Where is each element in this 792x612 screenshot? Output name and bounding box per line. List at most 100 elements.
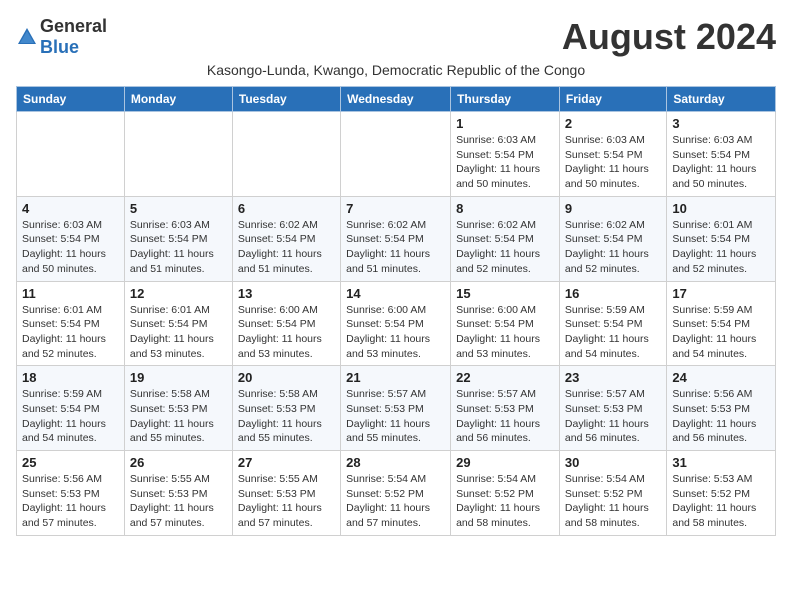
week-row-1: 4Sunrise: 6:03 AMSunset: 5:54 PMDaylight… (17, 196, 776, 281)
day-cell: 15Sunrise: 6:00 AMSunset: 5:54 PMDayligh… (451, 281, 560, 366)
day-cell: 13 Sunrise: 6:00 AMSunset: 5:54 PMDayligh… (232, 281, 340, 366)
day-info: Sunrise: 6:01 AMSunset: 5:54 PMDaylight:… (130, 303, 227, 362)
day-number: 31 (672, 455, 770, 470)
day-cell: 26 Sunrise: 5:55 AMSunset: 5:53 PMDayligh… (124, 451, 232, 536)
week-row-0: 1 Sunrise: 6:03 AMSunset: 5:54 PMDaylight… (17, 112, 776, 197)
day-info: Sunrise: 5:53 AMSunset: 5:52 PMDaylight:… (672, 472, 770, 531)
header-thursday: Thursday (451, 87, 560, 112)
day-info: Sunrise: 5:55 AMSunset: 5:53 PMDaylight:… (238, 472, 335, 531)
day-cell: 6 Sunrise: 6:02 AMSunset: 5:54 PMDaylight… (232, 196, 340, 281)
day-info: Sunrise: 5:55 AMSunset: 5:53 PMDaylight:… (130, 472, 227, 531)
day-cell: 4Sunrise: 6:03 AMSunset: 5:54 PMDaylight… (17, 196, 125, 281)
day-number: 10 (672, 201, 770, 216)
day-number: 19 (130, 370, 227, 385)
day-info: Sunrise: 5:58 AMSunset: 5:53 PMDaylight:… (238, 387, 335, 446)
day-number: 26 (130, 455, 227, 470)
day-info: Sunrise: 6:03 AMSunset: 5:54 PMDaylight:… (565, 133, 661, 192)
day-cell: 3 Sunrise: 6:03 AMSunset: 5:54 PMDaylight… (667, 112, 776, 197)
day-number: 12 (130, 286, 227, 301)
day-info: Sunrise: 6:03 AMSunset: 5:54 PMDaylight:… (672, 133, 770, 192)
day-info: Sunrise: 6:00 AMSunset: 5:54 PMDaylight:… (238, 303, 335, 362)
day-info: Sunrise: 5:54 AMSunset: 5:52 PMDaylight:… (346, 472, 445, 531)
day-number: 22 (456, 370, 554, 385)
week-row-4: 25Sunrise: 5:56 AMSunset: 5:53 PMDayligh… (17, 451, 776, 536)
day-cell: 1 Sunrise: 6:03 AMSunset: 5:54 PMDaylight… (451, 112, 560, 197)
day-cell: 30Sunrise: 5:54 AMSunset: 5:52 PMDayligh… (559, 451, 666, 536)
day-cell: 10Sunrise: 6:01 AMSunset: 5:54 PMDayligh… (667, 196, 776, 281)
day-cell: 27 Sunrise: 5:55 AMSunset: 5:53 PMDayligh… (232, 451, 340, 536)
day-info: Sunrise: 5:59 AMSunset: 5:54 PMDaylight:… (22, 387, 119, 446)
day-number: 6 (238, 201, 335, 216)
day-cell: 19 Sunrise: 5:58 AMSunset: 5:53 PMDayligh… (124, 366, 232, 451)
day-cell: 14Sunrise: 6:00 AMSunset: 5:54 PMDayligh… (341, 281, 451, 366)
day-cell: 21Sunrise: 5:57 AMSunset: 5:53 PMDayligh… (341, 366, 451, 451)
day-number: 30 (565, 455, 661, 470)
day-number: 1 (456, 116, 554, 131)
day-number: 20 (238, 370, 335, 385)
subtitle: Kasongo-Lunda, Kwango, Democratic Republ… (16, 62, 776, 78)
header-monday: Monday (124, 87, 232, 112)
day-number: 11 (22, 286, 119, 301)
day-number: 8 (456, 201, 554, 216)
day-cell: 12 Sunrise: 6:01 AMSunset: 5:54 PMDayligh… (124, 281, 232, 366)
day-number: 3 (672, 116, 770, 131)
day-cell: 31 Sunrise: 5:53 AMSunset: 5:52 PMDayligh… (667, 451, 776, 536)
day-number: 16 (565, 286, 661, 301)
day-number: 7 (346, 201, 445, 216)
day-cell: 11 Sunrise: 6:01 AMSunset: 5:54 PMDayligh… (17, 281, 125, 366)
day-number: 15 (456, 286, 554, 301)
day-cell: 7 Sunrise: 6:02 AMSunset: 5:54 PMDaylight… (341, 196, 451, 281)
header-wednesday: Wednesday (341, 87, 451, 112)
day-info: Sunrise: 6:00 AMSunset: 5:54 PMDaylight:… (346, 303, 445, 362)
day-info: Sunrise: 5:56 AMSunset: 5:53 PMDaylight:… (672, 387, 770, 446)
day-cell: 5 Sunrise: 6:03 AMSunset: 5:54 PMDaylight… (124, 196, 232, 281)
day-number: 23 (565, 370, 661, 385)
day-info: Sunrise: 6:03 AMSunset: 5:54 PMDaylight:… (22, 218, 119, 277)
day-info: Sunrise: 5:57 AMSunset: 5:53 PMDaylight:… (565, 387, 661, 446)
day-number: 2 (565, 116, 661, 131)
day-cell: 18 Sunrise: 5:59 AMSunset: 5:54 PMDayligh… (17, 366, 125, 451)
day-cell (232, 112, 340, 197)
day-info: Sunrise: 6:02 AMSunset: 5:54 PMDaylight:… (565, 218, 661, 277)
calendar-header-row: SundayMondayTuesdayWednesdayThursdayFrid… (17, 87, 776, 112)
header-sunday: Sunday (17, 87, 125, 112)
day-number: 9 (565, 201, 661, 216)
logo-text: General Blue (40, 16, 107, 58)
day-cell (124, 112, 232, 197)
day-number: 5 (130, 201, 227, 216)
day-info: Sunrise: 5:58 AMSunset: 5:53 PMDaylight:… (130, 387, 227, 446)
day-info: Sunrise: 5:59 AMSunset: 5:54 PMDaylight:… (672, 303, 770, 362)
day-cell: 25Sunrise: 5:56 AMSunset: 5:53 PMDayligh… (17, 451, 125, 536)
day-cell: 29Sunrise: 5:54 AMSunset: 5:52 PMDayligh… (451, 451, 560, 536)
month-title: August 2024 (562, 16, 776, 58)
week-row-3: 18 Sunrise: 5:59 AMSunset: 5:54 PMDayligh… (17, 366, 776, 451)
day-info: Sunrise: 6:02 AMSunset: 5:54 PMDaylight:… (456, 218, 554, 277)
day-number: 27 (238, 455, 335, 470)
day-number: 28 (346, 455, 445, 470)
day-number: 21 (346, 370, 445, 385)
day-info: Sunrise: 6:01 AMSunset: 5:54 PMDaylight:… (22, 303, 119, 362)
day-cell: 28 Sunrise: 5:54 AMSunset: 5:52 PMDayligh… (341, 451, 451, 536)
day-info: Sunrise: 6:03 AMSunset: 5:54 PMDaylight:… (456, 133, 554, 192)
day-info: Sunrise: 6:02 AMSunset: 5:54 PMDaylight:… (346, 218, 445, 277)
day-info: Sunrise: 5:57 AMSunset: 5:53 PMDaylight:… (456, 387, 554, 446)
day-info: Sunrise: 6:02 AMSunset: 5:54 PMDaylight:… (238, 218, 335, 277)
day-cell: 9 Sunrise: 6:02 AMSunset: 5:54 PMDaylight… (559, 196, 666, 281)
day-cell: 2 Sunrise: 6:03 AMSunset: 5:54 PMDaylight… (559, 112, 666, 197)
day-info: Sunrise: 6:03 AMSunset: 5:54 PMDaylight:… (130, 218, 227, 277)
week-row-2: 11 Sunrise: 6:01 AMSunset: 5:54 PMDayligh… (17, 281, 776, 366)
day-cell: 17 Sunrise: 5:59 AMSunset: 5:54 PMDayligh… (667, 281, 776, 366)
day-cell (341, 112, 451, 197)
logo-icon (16, 26, 38, 48)
day-cell: 8 Sunrise: 6:02 AMSunset: 5:54 PMDaylight… (451, 196, 560, 281)
day-info: Sunrise: 5:56 AMSunset: 5:53 PMDaylight:… (22, 472, 119, 531)
day-cell: 22 Sunrise: 5:57 AMSunset: 5:53 PMDayligh… (451, 366, 560, 451)
day-number: 18 (22, 370, 119, 385)
day-number: 13 (238, 286, 335, 301)
day-number: 17 (672, 286, 770, 301)
day-cell: 24Sunrise: 5:56 AMSunset: 5:53 PMDayligh… (667, 366, 776, 451)
day-cell: 16Sunrise: 5:59 AMSunset: 5:54 PMDayligh… (559, 281, 666, 366)
logo: General Blue (16, 16, 107, 58)
header-tuesday: Tuesday (232, 87, 340, 112)
day-cell (17, 112, 125, 197)
